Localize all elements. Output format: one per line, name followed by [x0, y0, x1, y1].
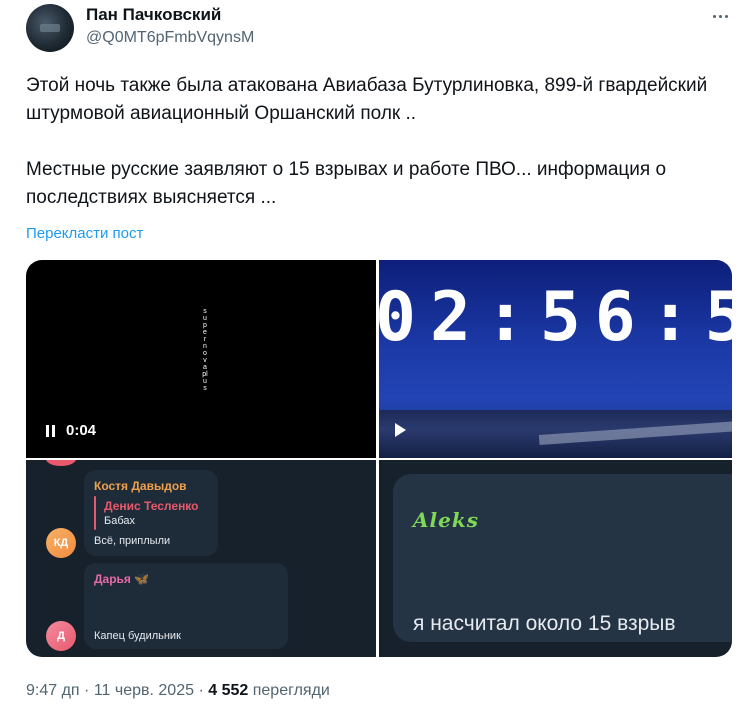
chat-reply-bar — [94, 496, 96, 530]
chat-sender-name: Костя Давыдов — [94, 479, 187, 493]
aleks-message-text: я насчитал около 15 взрыв — [413, 612, 676, 635]
chat-message-1: Костя Давыдов Денис Тесленко Бабах Всё, … — [84, 470, 218, 556]
separator: · — [198, 682, 204, 699]
chat-reply-text: Бабах — [104, 515, 136, 527]
pause-icon[interactable] — [46, 424, 58, 437]
tweet-date[interactable]: 11 черв. 2025 — [94, 682, 194, 699]
video-clock-text: 02:56:5 — [379, 278, 732, 357]
aleks-message-bubble: Aleks я насчитал около 15 взрыв — [393, 474, 732, 642]
media-grid: supernova plus 0:04 02:56:5 Костя Давыдо… — [26, 260, 732, 657]
views-label: перегляди — [252, 682, 330, 699]
play-icon[interactable] — [395, 423, 406, 437]
aleks-sender-name: Aleks — [413, 508, 479, 532]
video-playback-status[interactable]: 0:04 — [46, 422, 96, 439]
video-watermark-text: supernova plus — [202, 308, 208, 392]
tweet-text-paragraph-1: Этой ночь также была атакована Авиабаза … — [26, 75, 708, 124]
tweet-metadata: 9:47 дп · 11 черв. 2025 · 4 552 перегляд… — [26, 682, 330, 700]
chat-message-text: Всё, приплыли — [94, 535, 171, 547]
media-video-1[interactable]: supernova plus 0:04 — [26, 260, 376, 458]
media-video-2[interactable]: 02:56:5 — [379, 260, 732, 458]
chat-message-2: Дарья 🦋 Капец будильник — [84, 563, 288, 649]
more-options-icon[interactable] — [704, 4, 736, 28]
avatar[interactable] — [26, 4, 74, 52]
video-time: 0:04 — [66, 422, 97, 439]
chat-avatar-d: Д — [46, 621, 76, 651]
chat-avatar-partial — [46, 460, 76, 466]
translate-post-link[interactable]: Перекласти пост — [26, 225, 143, 242]
media-image-chat[interactable]: Костя Давыдов Денис Тесленко Бабах Всё, … — [26, 460, 376, 657]
tweet-text: Этой ночь также была атакована Авиабаза … — [26, 72, 736, 212]
chat-avatar-kd: КД — [46, 528, 76, 558]
author-display-name[interactable]: Пан Пачковский — [86, 5, 221, 25]
avatar-image — [40, 24, 60, 32]
butterfly-icon: 🦋 — [134, 572, 150, 586]
separator: · — [84, 682, 90, 699]
chat-message-text: Капец будильник — [94, 630, 181, 642]
chat-reply-sender: Денис Тесленко — [104, 499, 199, 513]
tweet-text-paragraph-2: Местные русские заявляют о 15 взрывах и … — [26, 159, 667, 208]
author-handle[interactable]: @Q0MT6pFmbVqynsM — [86, 29, 254, 47]
tweet-time[interactable]: 9:47 дп — [26, 682, 80, 699]
chat-sender-name: Дарья 🦋 — [94, 572, 150, 586]
media-image-aleks[interactable]: Aleks я насчитал около 15 взрыв — [379, 460, 732, 657]
views-count: 4 552 — [208, 682, 249, 699]
